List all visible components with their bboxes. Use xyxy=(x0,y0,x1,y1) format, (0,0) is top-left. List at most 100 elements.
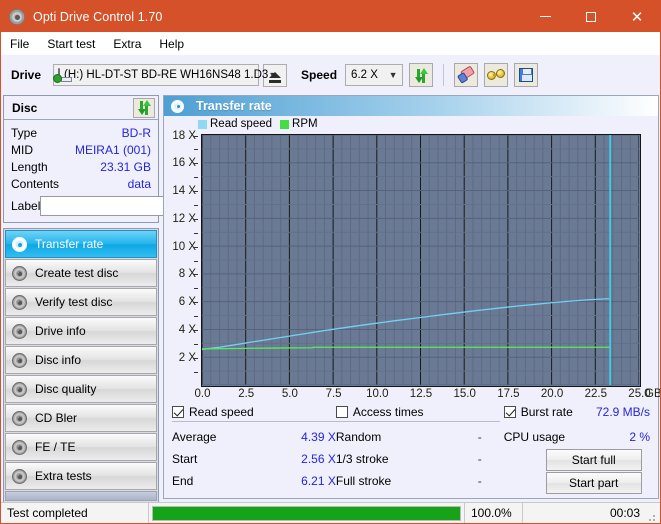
y-axis-tick xyxy=(193,274,198,275)
elapsed-time: 00:03 xyxy=(523,503,646,524)
disc-icon xyxy=(12,469,27,484)
burst-rate-label: Burst rate xyxy=(521,405,573,419)
sidebar-item-verify-test-disc[interactable]: Verify test disc xyxy=(5,288,157,316)
speed-select[interactable]: 6.2 X ▼ xyxy=(345,64,403,86)
burst-rate-checkbox-row[interactable]: Burst rate 72.9 MB/s xyxy=(504,404,650,422)
menu-item-help[interactable]: Help xyxy=(159,35,193,53)
access-times-checkbox[interactable] xyxy=(336,406,348,418)
maximize-icon[interactable] xyxy=(568,1,614,32)
menu-item-file[interactable]: File xyxy=(10,35,38,53)
disc-row-mid: MID MEIRA1 (001) xyxy=(11,141,151,158)
chevron-down-icon: ▼ xyxy=(384,70,402,80)
disc-icon xyxy=(12,324,27,339)
y-axis-tick xyxy=(193,219,198,220)
app-window: Opti Drive Control 1.70 ✕ File Start tes… xyxy=(0,0,661,524)
y-axis-tick xyxy=(194,149,198,150)
eject-icon xyxy=(269,72,281,78)
title-bar: Opti Drive Control 1.70 ✕ xyxy=(1,1,660,32)
y-axis-tick xyxy=(194,288,198,289)
y-axis-tick xyxy=(194,205,198,206)
save-icon xyxy=(519,68,533,82)
menu-item-start-test[interactable]: Start test xyxy=(47,35,104,53)
disc-row-value: data xyxy=(128,177,151,191)
stat-row-average: Average 4.39 X xyxy=(172,426,336,448)
read-speed-checkbox[interactable] xyxy=(172,406,184,418)
sidebar-item-cd-bler[interactable]: CD Bler xyxy=(5,404,157,432)
read-speed-checkbox-row[interactable]: Read speed xyxy=(172,404,336,422)
sidebar-item-drive-info[interactable]: Drive info xyxy=(5,317,157,345)
sidebar-item-label: Drive info xyxy=(35,324,86,338)
sidebar-item-extra-tests[interactable]: Extra tests xyxy=(5,462,157,490)
stats-column-read-speed: Read speed Average 4.39 X Start 2.56 X E… xyxy=(172,404,336,494)
close-icon[interactable]: ✕ xyxy=(614,1,660,32)
y-axis-tick xyxy=(193,136,198,137)
stat-value: - xyxy=(478,452,500,466)
chart-legend: Read speed RPM xyxy=(198,118,326,130)
disc-info-box: Disc Type BD-R MID MEIRA1 (001) Length 2… xyxy=(3,95,159,223)
app-disc-icon xyxy=(9,9,25,25)
disc-row-key: Length xyxy=(11,160,48,174)
stat-row-end: End 6.21 X xyxy=(172,470,336,492)
resize-grip-icon[interactable] xyxy=(646,503,660,524)
disc-row-key: MID xyxy=(11,143,33,157)
chart-y-axis: 2 X4 X6 X8 X10 X12 X14 X16 X18 X xyxy=(164,127,198,393)
stat-key: Random xyxy=(336,430,381,444)
stat-value: 4.39 X xyxy=(301,430,336,444)
erase-button[interactable] xyxy=(454,63,478,87)
sidebar-item-label: CD Bler xyxy=(35,411,77,425)
drive-select[interactable]: (H:) HL-DT-ST BD-RE WH16NS48 1.D3 ▼ xyxy=(53,64,259,86)
sidebar-item-create-test-disc[interactable]: Create test disc xyxy=(5,259,157,287)
sidebar-item-label: Verify test disc xyxy=(35,295,112,309)
disc-icon xyxy=(12,440,27,455)
minimize-icon[interactable] xyxy=(522,1,568,32)
start-part-button[interactable]: Start part xyxy=(546,472,642,494)
stat-key: End xyxy=(172,474,193,488)
sidebar-item-disc-quality[interactable]: Disc quality xyxy=(5,375,157,403)
refresh-button[interactable] xyxy=(409,63,433,87)
left-panel: Disc Type BD-R MID MEIRA1 (001) Length 2… xyxy=(3,95,159,524)
y-axis-tick xyxy=(194,372,198,373)
sidebar-item-fe-te[interactable]: FE / TE xyxy=(5,433,157,461)
disc-row-value: MEIRA1 (001) xyxy=(75,143,151,157)
sidebar-item-transfer-rate[interactable]: Transfer rate xyxy=(5,230,157,258)
chart-stats: Read speed Average 4.39 X Start 2.56 X E… xyxy=(164,398,658,498)
disc-icon xyxy=(12,266,27,281)
y-axis-tick xyxy=(193,302,198,303)
stat-row-full-stroke: Full stroke - xyxy=(336,470,500,492)
stat-key: Average xyxy=(172,430,216,444)
burst-rate-value: 72.9 MB/s xyxy=(596,405,650,419)
refresh-icon xyxy=(414,68,429,83)
speed-label: Speed xyxy=(301,68,337,82)
progress-bar-cell xyxy=(149,503,465,524)
access-times-label: Access times xyxy=(353,405,424,419)
toolbar-divider xyxy=(443,64,444,86)
drive-label: Drive xyxy=(11,68,41,82)
stat-key: 1/3 stroke xyxy=(336,452,389,466)
disc-refresh-button[interactable] xyxy=(133,98,155,118)
tools-button[interactable] xyxy=(484,63,508,87)
disc-row-length: Length 23.31 GB xyxy=(11,158,151,175)
status-message: Test completed xyxy=(1,503,149,524)
y-axis-tick xyxy=(193,163,198,164)
disc-icon xyxy=(12,353,27,368)
sidebar-item-label: Disc info xyxy=(35,353,81,367)
toolbar: Drive (H:) HL-DT-ST BD-RE WH16NS48 1.D3 … xyxy=(1,55,660,95)
legend-swatch-rpm xyxy=(280,120,289,129)
burst-rate-checkbox[interactable] xyxy=(504,406,516,418)
start-full-button[interactable]: Start full xyxy=(546,449,642,471)
sidebar-item-label: Create test disc xyxy=(35,266,118,280)
save-button[interactable] xyxy=(514,63,538,87)
window-title: Opti Drive Control 1.70 xyxy=(33,10,162,24)
disc-row-value: BD-R xyxy=(122,126,151,140)
sidebar-item-disc-info[interactable]: Disc info xyxy=(5,346,157,374)
sidebar-item-label: Transfer rate xyxy=(35,237,103,251)
eraser-icon xyxy=(455,65,476,85)
menu-item-extra[interactable]: Extra xyxy=(113,35,150,53)
stat-key: Full stroke xyxy=(336,474,391,488)
access-times-checkbox-row[interactable]: Access times xyxy=(336,404,500,422)
stats-column-access-times: Access times Random - 1/3 stroke - Full … xyxy=(336,404,500,494)
sidebar-nav: Transfer rate Create test disc Verify te… xyxy=(3,228,159,503)
stat-key: CPU usage xyxy=(504,430,565,444)
disc-row-contents: Contents data xyxy=(11,175,151,192)
stat-value: - xyxy=(478,474,500,488)
